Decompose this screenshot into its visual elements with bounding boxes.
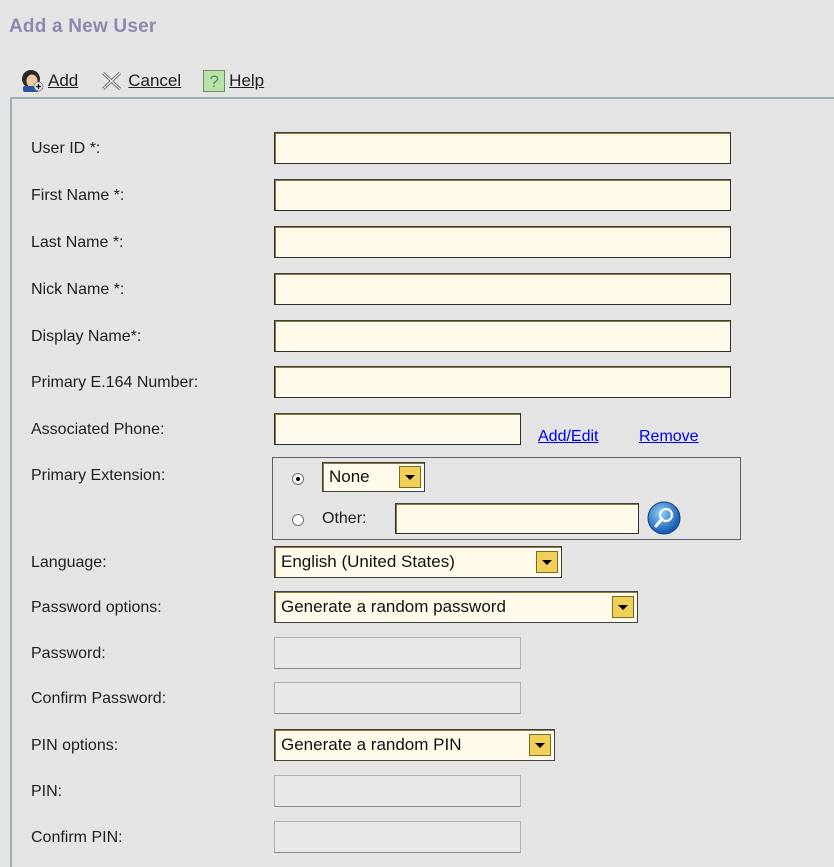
first-name-input[interactable] <box>274 179 731 211</box>
primary-e164-label: Primary E.164 Number: <box>31 374 199 391</box>
chevron-down-icon <box>612 596 634 618</box>
confirm-password-label: Confirm Password: <box>31 690 167 707</box>
associated-phone-input[interactable] <box>274 413 521 445</box>
add-user-icon <box>20 69 44 93</box>
user-id-input[interactable] <box>274 132 731 164</box>
extension-none-value: None <box>329 467 370 486</box>
password-input[interactable] <box>274 637 521 669</box>
help-label: Help <box>229 71 265 90</box>
confirm-password-input[interactable] <box>274 682 521 714</box>
search-icon[interactable] <box>647 501 681 535</box>
associated-phone-label: Associated Phone: <box>31 421 165 438</box>
extension-none-radio[interactable] <box>292 473 304 485</box>
display-name-label: Display Name*: <box>31 328 142 345</box>
confirm-pin-label: Confirm PIN: <box>31 829 123 846</box>
chevron-down-icon <box>536 551 558 573</box>
extension-other-label: Other: <box>322 510 367 527</box>
cancel-button[interactable]: Cancel <box>100 69 181 93</box>
language-value: English (United States) <box>281 552 455 571</box>
help-question-icon: ? <box>203 70 226 92</box>
add-edit-link[interactable]: Add/Edit <box>538 428 598 446</box>
pin-input[interactable] <box>274 775 521 807</box>
chevron-down-icon <box>529 734 551 756</box>
pin-label: PIN: <box>31 783 63 800</box>
extension-none-select[interactable]: None <box>322 462 425 492</box>
primary-e164-input[interactable] <box>274 366 731 398</box>
last-name-label: Last Name *: <box>31 234 124 251</box>
extension-other-input[interactable] <box>395 503 639 534</box>
cancel-label: Cancel <box>128 71 182 90</box>
add-label: Add <box>48 71 79 90</box>
pin-options-select[interactable]: Generate a random PIN <box>274 729 555 761</box>
nick-name-input[interactable] <box>274 273 731 305</box>
remove-link[interactable]: Remove <box>639 428 699 446</box>
display-name-input[interactable] <box>274 320 731 352</box>
pin-options-value: Generate a random PIN <box>281 735 462 754</box>
password-options-select[interactable]: Generate a random password <box>274 591 638 623</box>
language-label: Language: <box>31 554 107 571</box>
extension-other-radio[interactable] <box>292 514 304 526</box>
help-button[interactable]: ? Help <box>203 70 264 92</box>
password-label: Password: <box>31 645 106 662</box>
user-id-label: User ID *: <box>31 140 101 157</box>
language-select[interactable]: English (United States) <box>274 546 562 578</box>
add-button[interactable]: Add <box>20 69 78 93</box>
chevron-down-icon <box>399 466 421 488</box>
last-name-input[interactable] <box>274 226 731 258</box>
password-options-label: Password options: <box>31 599 162 616</box>
toolbar: Add Cancel ? Help <box>20 66 286 96</box>
page-title: Add a New User <box>9 16 157 37</box>
confirm-pin-input[interactable] <box>274 821 521 853</box>
pin-options-label: PIN options: <box>31 737 119 754</box>
password-options-value: Generate a random password <box>281 597 506 616</box>
nick-name-label: Nick Name *: <box>31 281 125 298</box>
close-x-icon <box>100 69 124 93</box>
first-name-label: First Name *: <box>31 187 125 204</box>
primary-extension-label: Primary Extension: <box>31 467 166 484</box>
